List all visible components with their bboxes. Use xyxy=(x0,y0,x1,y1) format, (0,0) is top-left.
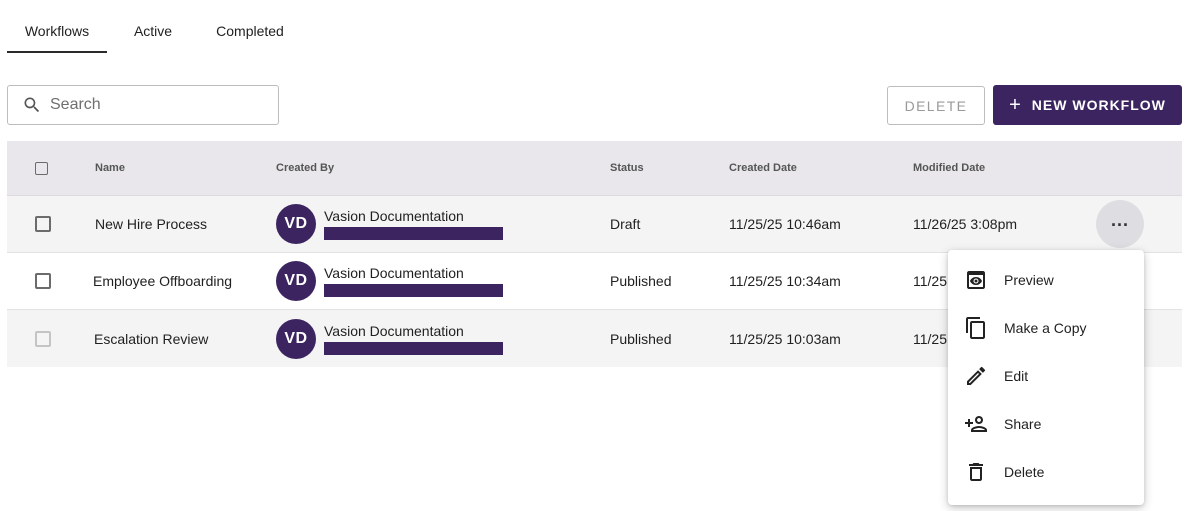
menu-item-label: Delete xyxy=(1004,464,1045,480)
tab-completed[interactable]: Completed xyxy=(199,8,301,53)
redacted-bar xyxy=(324,284,503,297)
workflow-name: New Hire Process xyxy=(95,216,208,232)
table-row[interactable]: New Hire Process VD Vasion Documentation… xyxy=(7,196,1182,253)
row-checkbox[interactable] xyxy=(35,216,51,232)
delete-button[interactable]: DELETE xyxy=(887,86,985,125)
row-actions-menu: Preview Make a Copy Edit Share Delete xyxy=(948,250,1144,505)
plus-icon: + xyxy=(1009,94,1022,116)
delete-icon xyxy=(964,460,988,484)
avatar: VD xyxy=(276,204,316,244)
row-checkbox[interactable] xyxy=(35,330,51,347)
menu-item-label: Share xyxy=(1004,416,1042,432)
menu-item-make-a-copy[interactable]: Make a Copy xyxy=(948,304,1144,352)
edit-icon xyxy=(964,364,988,388)
table-header: Name Created By Status Created Date Modi… xyxy=(7,141,1182,196)
status-text: Draft xyxy=(610,216,641,232)
search-input[interactable] xyxy=(50,96,270,114)
user-name: Vasion Documentation xyxy=(324,208,464,224)
created-by-user: VD Vasion Documentation xyxy=(276,204,503,244)
user-name: Vasion Documentation xyxy=(324,322,464,339)
header-created-date[interactable]: Created Date xyxy=(729,141,797,195)
new-workflow-label: NEW WORKFLOW xyxy=(1031,97,1166,113)
header-name[interactable]: Name xyxy=(95,141,125,195)
status-text: Published xyxy=(610,273,672,289)
menu-item-preview[interactable]: Preview xyxy=(948,256,1144,304)
user-name: Vasion Documentation xyxy=(324,265,464,281)
redacted-bar xyxy=(324,341,503,355)
search-box[interactable] xyxy=(7,85,279,125)
workflow-name: Employee Offboarding xyxy=(93,273,233,289)
header-modified-date[interactable]: Modified Date xyxy=(913,141,985,195)
created-by-user: VD Vasion Documentation xyxy=(276,318,503,359)
menu-item-delete[interactable]: Delete xyxy=(948,448,1144,496)
redacted-bar xyxy=(324,227,503,240)
menu-item-label: Make a Copy xyxy=(1004,320,1087,336)
new-workflow-button[interactable]: + NEW WORKFLOW xyxy=(993,85,1182,125)
menu-item-label: Edit xyxy=(1004,368,1029,384)
tab-bar: Workflows Active Completed xyxy=(7,8,301,53)
modified-date: 11/25 xyxy=(913,330,947,347)
more-horiz-icon: ... xyxy=(1110,210,1129,230)
header-created-by[interactable]: Created By xyxy=(276,141,334,195)
menu-item-edit[interactable]: Edit xyxy=(948,352,1144,400)
header-status[interactable]: Status xyxy=(610,141,644,195)
active-tab-indicator xyxy=(7,51,107,53)
modified-date: 11/26/25 3:08pm xyxy=(913,216,1018,232)
more-actions-button[interactable]: ... xyxy=(1096,200,1144,248)
created-date: 11/25/25 10:34am xyxy=(729,273,841,289)
tab-workflows[interactable]: Workflows xyxy=(7,8,107,53)
copy-icon xyxy=(964,316,988,340)
search-icon xyxy=(22,95,42,115)
created-date: 11/25/25 10:46am xyxy=(729,216,841,232)
preview-icon xyxy=(964,268,988,292)
share-icon xyxy=(964,412,988,436)
created-by-user: VD Vasion Documentation xyxy=(276,261,503,301)
row-checkbox[interactable] xyxy=(35,273,51,289)
avatar: VD xyxy=(276,318,316,359)
menu-item-label: Preview xyxy=(1004,272,1054,288)
avatar: VD xyxy=(276,261,316,301)
modified-date: 11/25 xyxy=(913,273,947,289)
status-text: Published xyxy=(610,330,672,347)
select-all-checkbox[interactable] xyxy=(35,161,48,175)
workflow-name: Escalation Review xyxy=(94,330,209,347)
tab-active[interactable]: Active xyxy=(107,8,199,53)
created-date: 11/25/25 10:03am xyxy=(729,330,841,347)
menu-item-share[interactable]: Share xyxy=(948,400,1144,448)
